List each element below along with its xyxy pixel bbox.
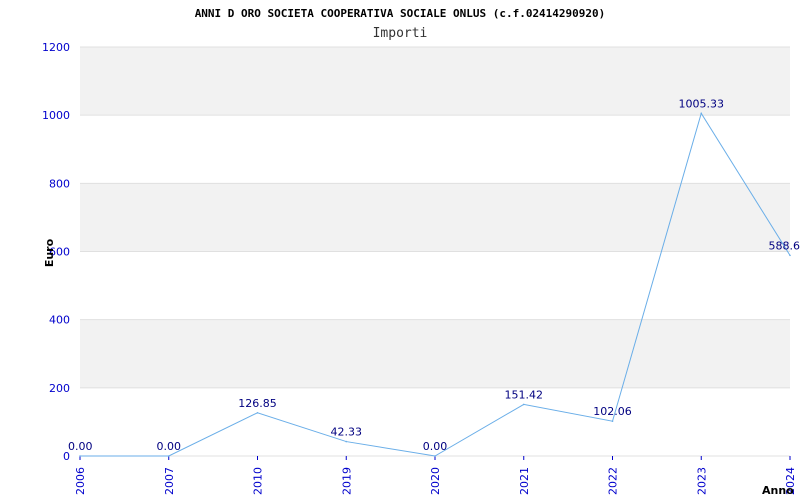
data-point [167, 455, 170, 457]
x-tick-label: 2006 [74, 467, 87, 495]
data-label: 0.00 [68, 440, 93, 453]
data-point [700, 112, 703, 115]
data-label: 588.6 [769, 239, 800, 252]
plot-band [80, 115, 790, 184]
data-label: 126.85 [238, 397, 277, 410]
x-tick-label: 2021 [518, 467, 531, 495]
line-chart: ANNI D ORO SOCIETA COOPERATIVA SOCIALE O… [42, 7, 800, 497]
x-tick-label: 2007 [163, 467, 176, 495]
x-tick-label: 2023 [695, 467, 708, 495]
y-tick-label: 800 [49, 177, 70, 190]
data-point [256, 411, 259, 414]
y-tick-label: 200 [49, 382, 70, 395]
data-label: 0.00 [423, 440, 448, 453]
data-point [611, 420, 614, 423]
data-point [434, 455, 436, 457]
x-axis: 2006 2007 2010 2019 2020 2021 2022 2023 2024 [74, 456, 797, 495]
x-tick-label: 2019 [340, 467, 353, 495]
y-tick-label: 1200 [42, 41, 70, 54]
data-point [79, 455, 81, 457]
data-label: 42.33 [331, 426, 363, 439]
plot-band [80, 251, 790, 320]
y-tick-label: 400 [49, 314, 70, 327]
plot-band [80, 319, 790, 388]
y-tick-label: 1000 [42, 109, 70, 122]
data-point [522, 403, 525, 406]
y-axis-label: Euro [43, 238, 56, 267]
x-tick-label: 2010 [252, 467, 265, 495]
data-label: 102.06 [593, 405, 632, 418]
data-label: 0.00 [157, 440, 182, 453]
data-point [789, 254, 791, 257]
data-point [345, 440, 348, 443]
chart-title: ANNI D ORO SOCIETA COOPERATIVA SOCIALE O… [195, 7, 606, 20]
x-tick-label: 2020 [429, 467, 442, 495]
plot-band [80, 183, 790, 252]
x-axis-label: Anno [762, 484, 794, 497]
data-label: 1005.33 [679, 97, 725, 110]
data-label: 151.42 [505, 388, 544, 401]
chart-subtitle: Importi [373, 26, 428, 41]
x-tick-label: 2022 [607, 467, 620, 495]
